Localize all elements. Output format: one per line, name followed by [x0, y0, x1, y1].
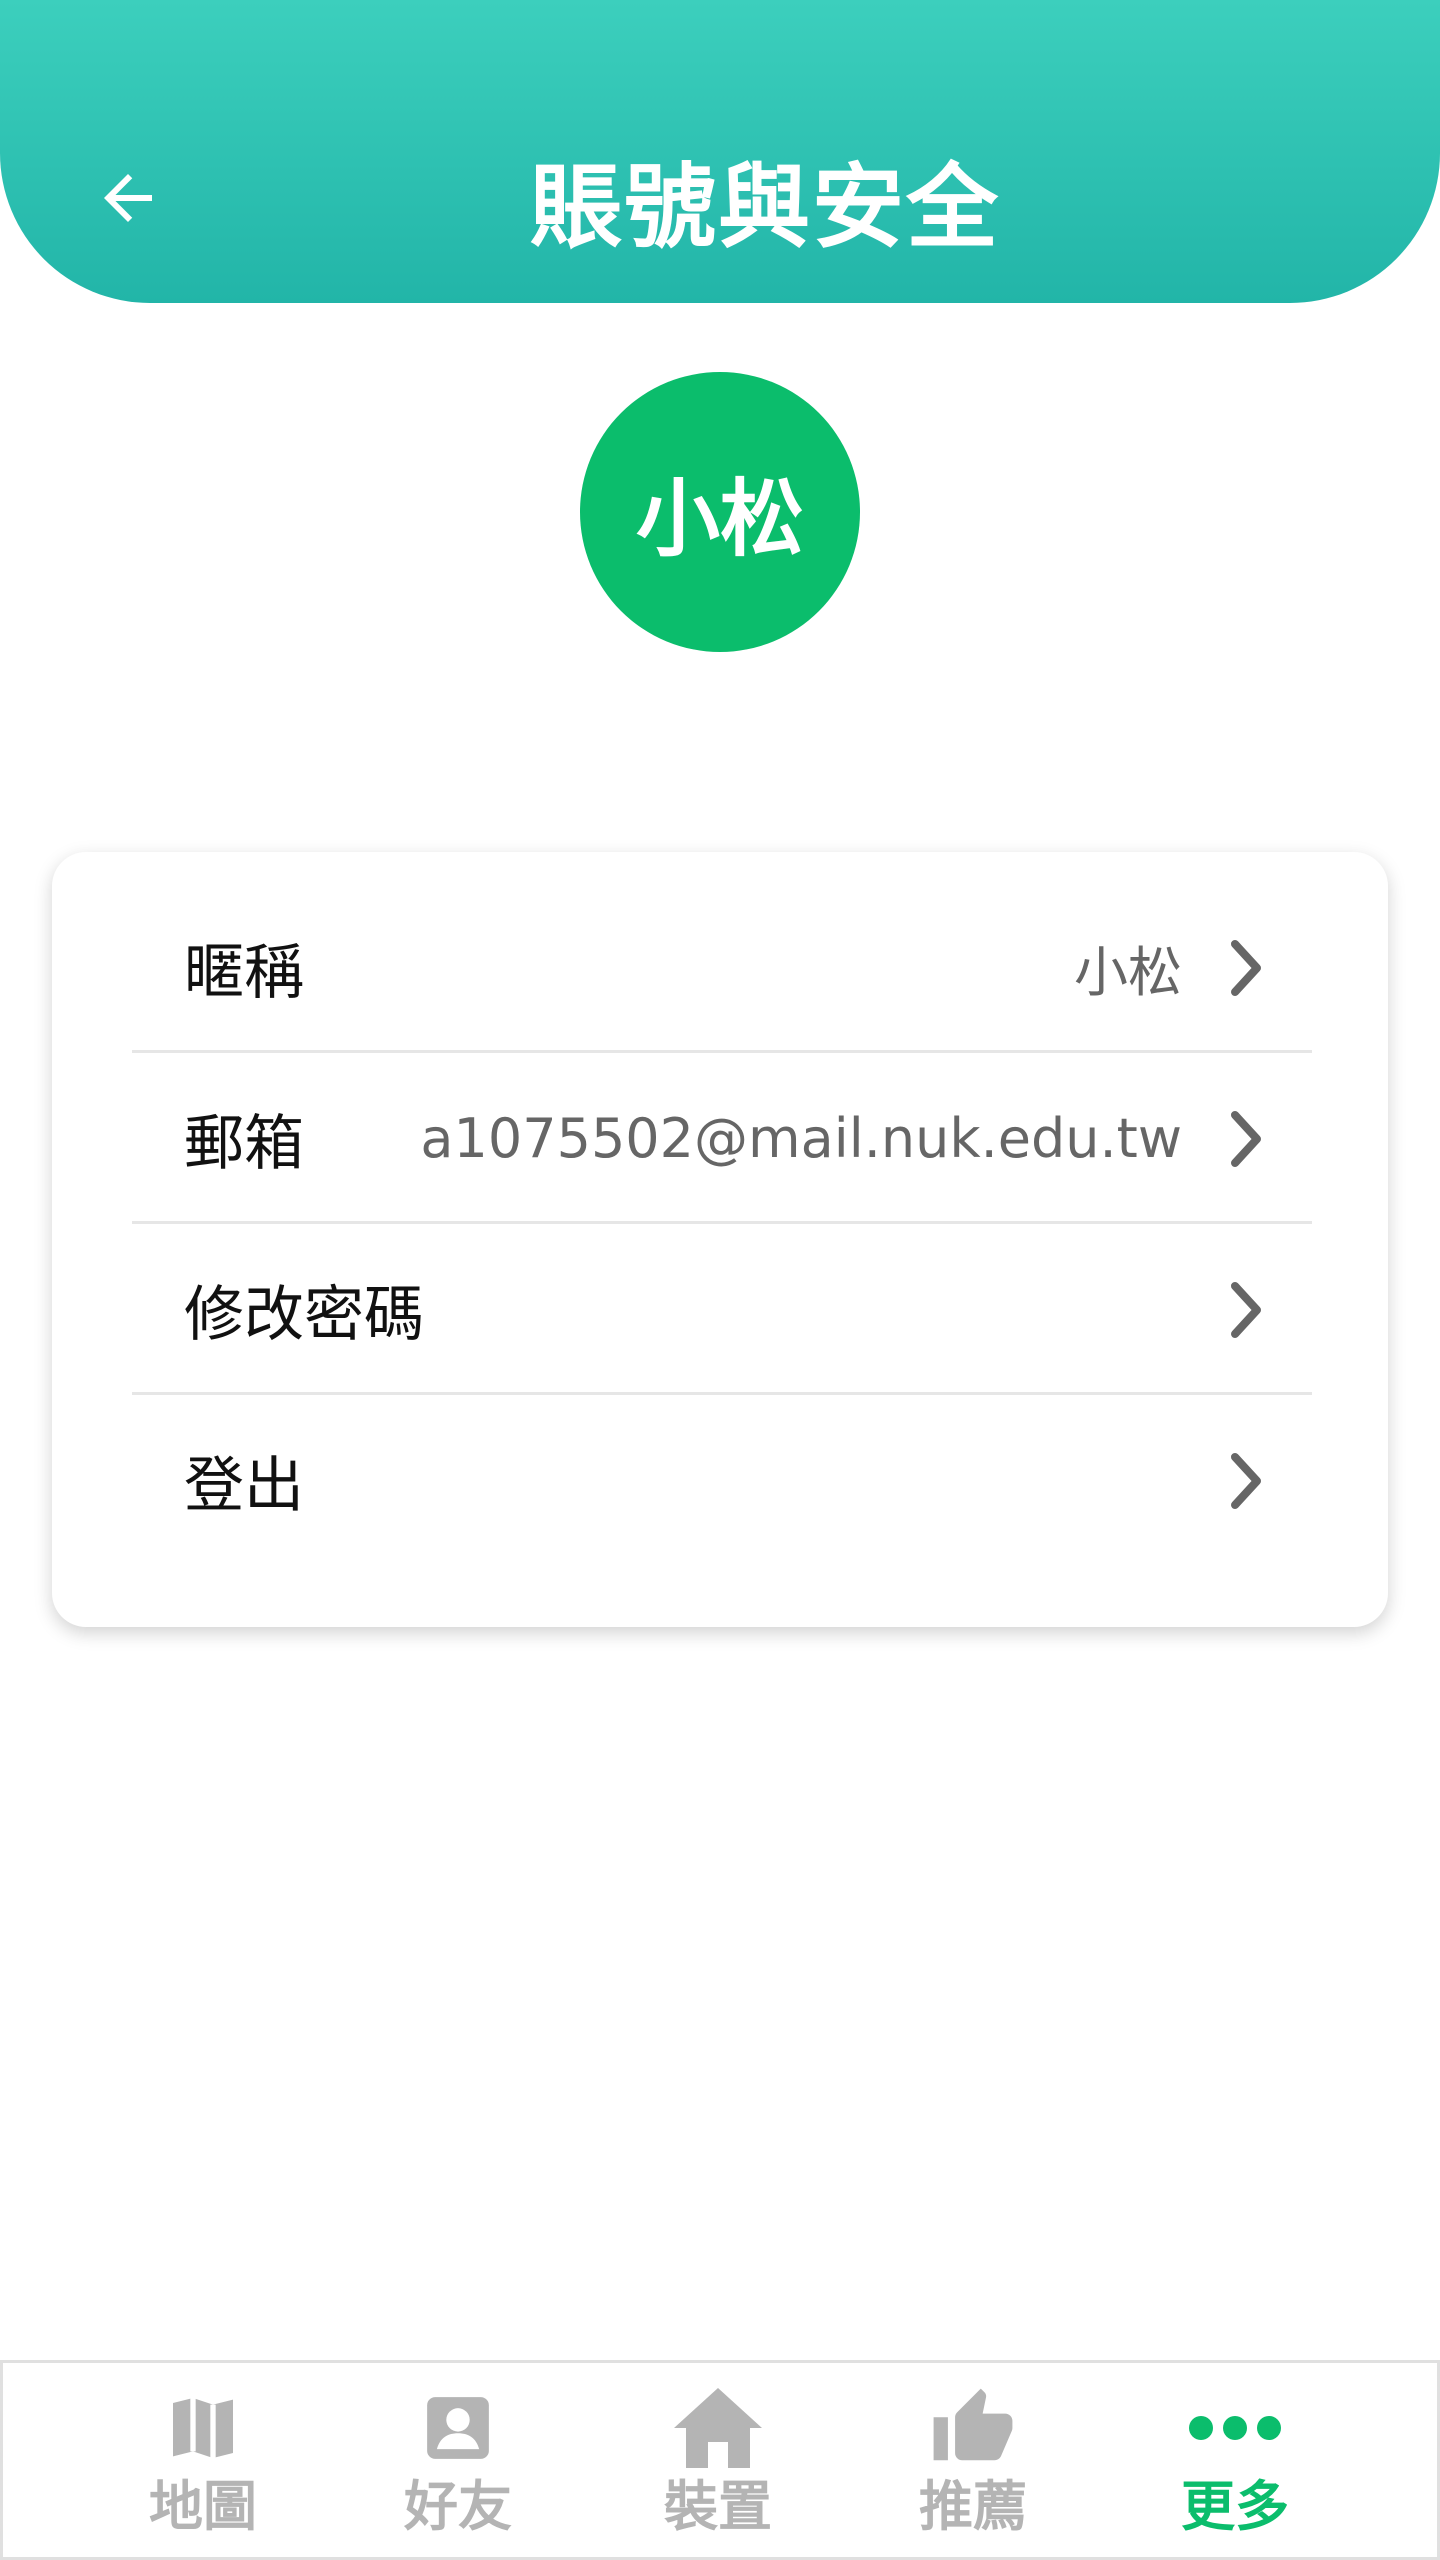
logout-label: 登出 — [184, 1451, 304, 1521]
home-icon — [588, 2383, 848, 2473]
tab-devices[interactable]: 裝置 — [588, 2363, 848, 2560]
tab-friends[interactable]: 好友 — [328, 2363, 588, 2560]
email-value: a1075502@mail.nuk.edu.tw — [420, 1107, 1182, 1170]
tab-recommend-label: 推薦 — [919, 2475, 1027, 2538]
page-title: 賬號與安全 — [529, 154, 1000, 261]
app-header: 賬號與安全 — [0, 0, 1440, 303]
tab-devices-label: 裝置 — [664, 2475, 772, 2538]
tab-map-label: 地圖 — [149, 2475, 257, 2538]
chevron-right-icon — [1222, 1280, 1272, 1340]
account-settings-card: 暱稱 小松 郵箱 a1075502@mail.nuk.edu.tw 修改密碼 登… — [52, 852, 1388, 1627]
change-password-label: 修改密碼 — [184, 1280, 424, 1350]
tab-more[interactable]: 更多 — [1105, 2363, 1365, 2560]
nickname-row[interactable]: 暱稱 小松 — [132, 882, 1362, 1053]
tab-friends-label: 好友 — [404, 2475, 512, 2538]
tab-more-label: 更多 — [1181, 2475, 1289, 2538]
nickname-label: 暱稱 — [184, 938, 304, 1008]
avatar: 小松 — [580, 372, 860, 652]
thumbs-up-icon — [843, 2383, 1103, 2473]
map-icon — [73, 2383, 333, 2473]
tab-map[interactable]: 地圖 — [73, 2363, 333, 2560]
chevron-right-icon — [1222, 1451, 1272, 1511]
email-label: 郵箱 — [184, 1109, 304, 1179]
logout-row[interactable]: 登出 — [132, 1395, 1362, 1566]
chevron-right-icon — [1222, 1109, 1272, 1169]
more-dots-icon — [1105, 2383, 1365, 2473]
change-password-row[interactable]: 修改密碼 — [132, 1224, 1362, 1395]
tab-recommend[interactable]: 推薦 — [843, 2363, 1103, 2560]
bottom-tab-bar: 地圖 好友 裝置 推薦 更多 — [0, 2360, 1440, 2560]
chevron-right-icon — [1222, 938, 1272, 998]
contact-icon — [328, 2383, 588, 2473]
nickname-value: 小松 — [1074, 941, 1182, 1004]
email-row[interactable]: 郵箱 a1075502@mail.nuk.edu.tw — [132, 1053, 1362, 1224]
